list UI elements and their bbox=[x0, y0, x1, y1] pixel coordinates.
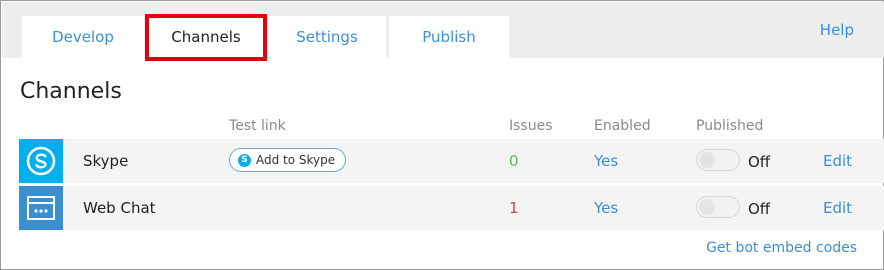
tab-settings[interactable]: Settings bbox=[268, 16, 386, 58]
enabled-link[interactable]: Yes bbox=[594, 199, 618, 217]
web-chat-icon bbox=[19, 186, 63, 230]
top-tab-bar: Develop Channels Settings Publish Help bbox=[2, 2, 884, 61]
column-header-enabled: Enabled bbox=[594, 118, 651, 134]
toggle-knob bbox=[699, 199, 715, 215]
channel-name: Web Chat bbox=[83, 199, 156, 217]
edit-link[interactable]: Edit bbox=[823, 199, 852, 217]
tab-publish[interactable]: Publish bbox=[389, 16, 509, 58]
help-link[interactable]: Help bbox=[820, 21, 854, 39]
channel-name: Skype bbox=[83, 152, 129, 170]
issues-count: 1 bbox=[509, 199, 519, 217]
skype-small-icon: S bbox=[238, 153, 251, 167]
published-toggle[interactable] bbox=[696, 196, 740, 218]
add-to-skype-button[interactable]: S Add to Skype bbox=[229, 148, 347, 172]
channel-row-web-chat: Web Chat 1 Yes Off Edit bbox=[19, 186, 884, 230]
issues-count: 0 bbox=[509, 152, 519, 170]
column-header-test-link: Test link bbox=[229, 118, 286, 134]
page-title: Channels bbox=[20, 79, 122, 104]
get-bot-embed-codes-link[interactable]: Get bot embed codes bbox=[706, 240, 857, 256]
enabled-link[interactable]: Yes bbox=[594, 152, 618, 170]
toggle-knob bbox=[699, 152, 715, 168]
published-toggle[interactable] bbox=[696, 149, 740, 171]
column-header-issues: Issues bbox=[509, 118, 553, 134]
skype-icon bbox=[19, 139, 63, 183]
edit-link[interactable]: Edit bbox=[823, 152, 852, 170]
channels-page: Develop Channels Settings Publish Help C… bbox=[0, 0, 884, 270]
published-state-label: Off bbox=[748, 200, 771, 218]
tab-develop[interactable]: Develop bbox=[22, 16, 144, 58]
add-to-skype-label: Add to Skype bbox=[256, 153, 336, 167]
tab-channels[interactable]: Channels bbox=[147, 16, 265, 58]
channel-row-skype: Skype S Add to Skype 0 Yes Off Edit bbox=[19, 139, 884, 183]
column-header-published: Published bbox=[696, 118, 764, 134]
published-state-label: Off bbox=[748, 153, 771, 171]
